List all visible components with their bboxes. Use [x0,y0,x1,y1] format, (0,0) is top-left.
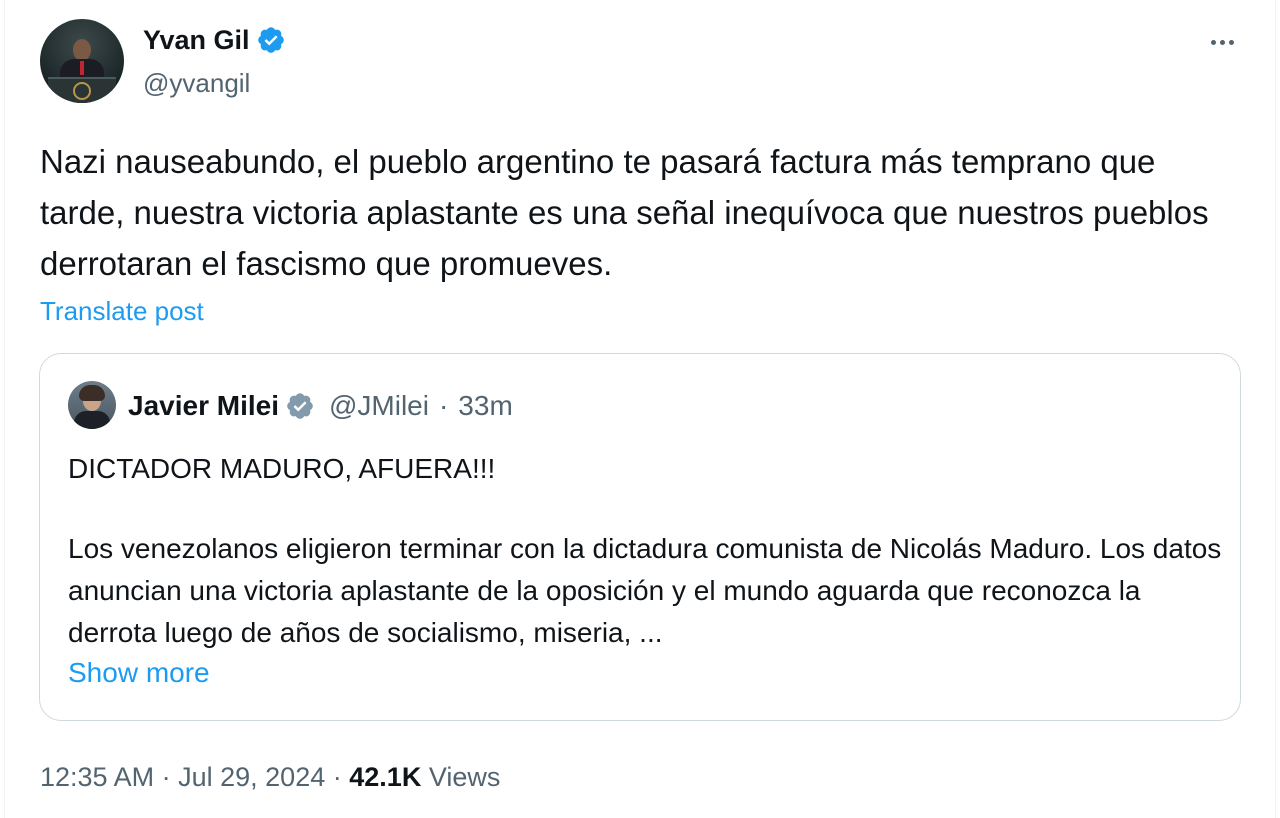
author-name-row: Yvan Gil [143,22,286,58]
verified-badge-icon [287,393,313,419]
views-count: 42.1K [349,762,422,792]
right-border [1275,0,1276,818]
quoted-body: Los venezolanos eligieron terminar con l… [68,533,1222,648]
meta-separator: · [332,762,342,792]
quoted-handle: @JMilei [328,390,429,421]
tweet-text: Nazi nauseabundo, el pueblo argentino te… [40,143,1209,282]
show-more-link[interactable]: Show more [68,654,210,692]
quoted-author-avatar[interactable] [68,381,116,429]
quoted-tweet[interactable]: Javier Milei @JMilei · 33m DICTADOR MADU… [39,353,1241,721]
quoted-header: Javier Milei @JMilei · 33m [128,388,513,424]
views-label: Views [428,762,501,792]
tweet-card: Yvan Gil @yvangil Nazi nauseabundo, el p… [0,0,1280,818]
more-horizontal-icon[interactable] [1204,28,1240,56]
left-border [4,0,5,818]
author-avatar[interactable] [40,19,124,103]
quoted-headline: DICTADOR MADURO, AFUERA!!! [68,453,496,484]
quoted-separator: · [438,390,449,421]
tweet-meta: 12:35 AM · Jul 29, 2024 · 42.1K Views [40,758,500,796]
meta-separator: · [161,762,171,792]
quoted-timestamp[interactable]: 33m [458,388,512,424]
author-display-name[interactable]: Yvan Gil [143,22,250,58]
quoted-display-name[interactable]: Javier Milei [128,388,279,424]
verified-badge-icon[interactable] [256,25,286,55]
tweet-date[interactable]: Jul 29, 2024 [178,762,325,792]
translate-post-link[interactable]: Translate post [40,293,204,329]
tweet-time[interactable]: 12:35 AM [40,762,154,792]
author-handle[interactable]: @yvangil [143,66,250,100]
